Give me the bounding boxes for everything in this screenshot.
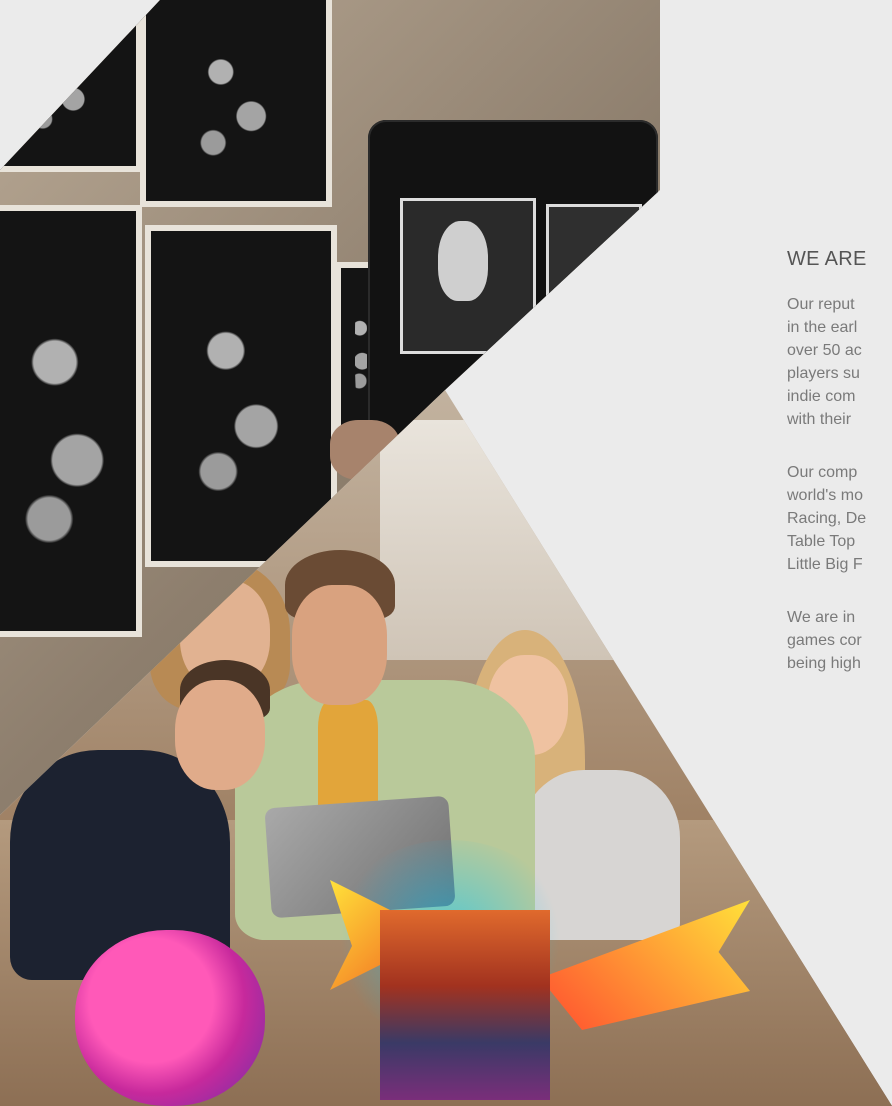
- ar-character-octopus: [75, 930, 265, 1106]
- paragraph-line: being high: [787, 655, 861, 672]
- paragraph-line: Racing, De: [787, 510, 867, 527]
- paragraph-line: games cor: [787, 632, 862, 649]
- paragraph-line: players su: [787, 365, 860, 382]
- ar-character-robot: [380, 910, 550, 1100]
- paragraph-line: indie com: [787, 388, 856, 405]
- paragraph-line: We are in: [787, 609, 856, 626]
- hero-collage: [0, 0, 892, 1106]
- poster: [140, 0, 332, 207]
- poster: [0, 205, 142, 637]
- poster: [145, 225, 337, 567]
- paragraph-line: world's mo: [787, 487, 863, 504]
- paragraph: We are in games cor being high: [787, 606, 892, 675]
- about-text-block: WE ARE Our reput in the earl over 50 ac …: [787, 248, 892, 675]
- paragraph: Our reput in the earl over 50 ac players…: [787, 293, 892, 431]
- paragraph-line: Little Big F: [787, 556, 863, 573]
- section-heading: WE ARE: [787, 248, 867, 270]
- paragraph-line: Our reput: [787, 296, 855, 313]
- paragraph-line: in the earl: [787, 319, 858, 336]
- paragraph-line: Our comp: [787, 464, 858, 481]
- paragraph-line: with their: [787, 411, 852, 428]
- paragraph: Our comp world's mo Racing, De Table Top…: [787, 461, 892, 576]
- paragraph-line: over 50 ac: [787, 342, 862, 359]
- paragraph-line: Table Top: [787, 533, 856, 550]
